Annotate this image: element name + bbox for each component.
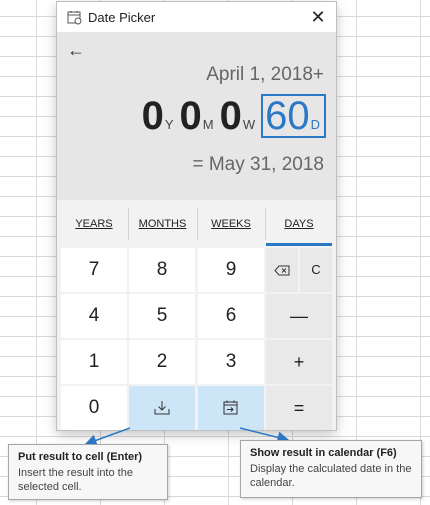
- backspace-icon: [274, 265, 290, 276]
- tooltip-put-result: Put result to cell (Enter) Insert the re…: [8, 444, 168, 500]
- date-picker-dialog: Date Picker ✕ ← April 1, 2018+ 0Y 0M 0W 60D…: [57, 2, 336, 430]
- duration-readout: 0Y 0M 0W 60D: [142, 94, 326, 142]
- download-to-cell-icon: [154, 401, 170, 415]
- unit-tabs: YEARS MONTHS WEEKS DAYS: [61, 202, 332, 246]
- calendar-arrow-icon: [223, 400, 238, 415]
- key-9[interactable]: 9: [198, 248, 264, 292]
- show-calendar-button[interactable]: [198, 386, 264, 430]
- tooltip-title: Show result in calendar (F6): [250, 447, 397, 459]
- tab-years[interactable]: YEARS: [61, 202, 127, 246]
- years-field[interactable]: 0Y: [142, 94, 180, 138]
- result-date: = May 31, 2018: [192, 154, 324, 175]
- back-button[interactable]: ←: [67, 40, 89, 60]
- calendar-icon: [67, 11, 82, 25]
- key-0[interactable]: 0: [61, 386, 127, 430]
- title-bar: Date Picker ✕: [57, 2, 336, 32]
- tab-weeks[interactable]: WEEKS: [198, 202, 264, 246]
- key-5[interactable]: 5: [129, 294, 195, 338]
- window-title: Date Picker: [88, 10, 156, 25]
- key-6[interactable]: 6: [198, 294, 264, 338]
- tab-days[interactable]: DAYS: [266, 202, 332, 246]
- tooltip-desc: Display the calculated date in the calen…: [250, 463, 412, 489]
- key-8[interactable]: 8: [129, 248, 195, 292]
- equals-button[interactable]: =: [266, 386, 332, 430]
- weeks-field[interactable]: 0W: [220, 94, 262, 138]
- clear-button[interactable]: C: [300, 248, 332, 292]
- tooltip-show-calendar: Show result in calendar (F6) Display the…: [240, 440, 422, 498]
- key-2[interactable]: 2: [129, 340, 195, 384]
- minus-button[interactable]: —: [266, 294, 332, 338]
- put-result-button[interactable]: [129, 386, 195, 430]
- result-display: ← April 1, 2018+ 0Y 0M 0W 60D = May 31, 201…: [57, 32, 336, 200]
- tooltip-desc: Insert the result into the selected cell…: [18, 467, 133, 493]
- tooltip-title: Put result to cell (Enter): [18, 451, 143, 463]
- backspace-button[interactable]: [266, 248, 298, 292]
- keypad: 7 8 9 C 4 5 6 — 1 2 3 + 0 =: [61, 248, 332, 430]
- start-date: April 1, 2018+: [206, 64, 324, 85]
- plus-button[interactable]: +: [266, 340, 332, 384]
- back-arrow-icon: ←: [67, 40, 85, 60]
- close-icon: ✕: [310, 7, 326, 27]
- key-4[interactable]: 4: [61, 294, 127, 338]
- key-1[interactable]: 1: [61, 340, 127, 384]
- key-3[interactable]: 3: [198, 340, 264, 384]
- months-field[interactable]: 0M: [179, 94, 219, 138]
- key-7[interactable]: 7: [61, 248, 127, 292]
- days-field[interactable]: 60D: [261, 94, 326, 138]
- tab-months[interactable]: MONTHS: [129, 202, 196, 246]
- close-button[interactable]: ✕: [306, 6, 330, 28]
